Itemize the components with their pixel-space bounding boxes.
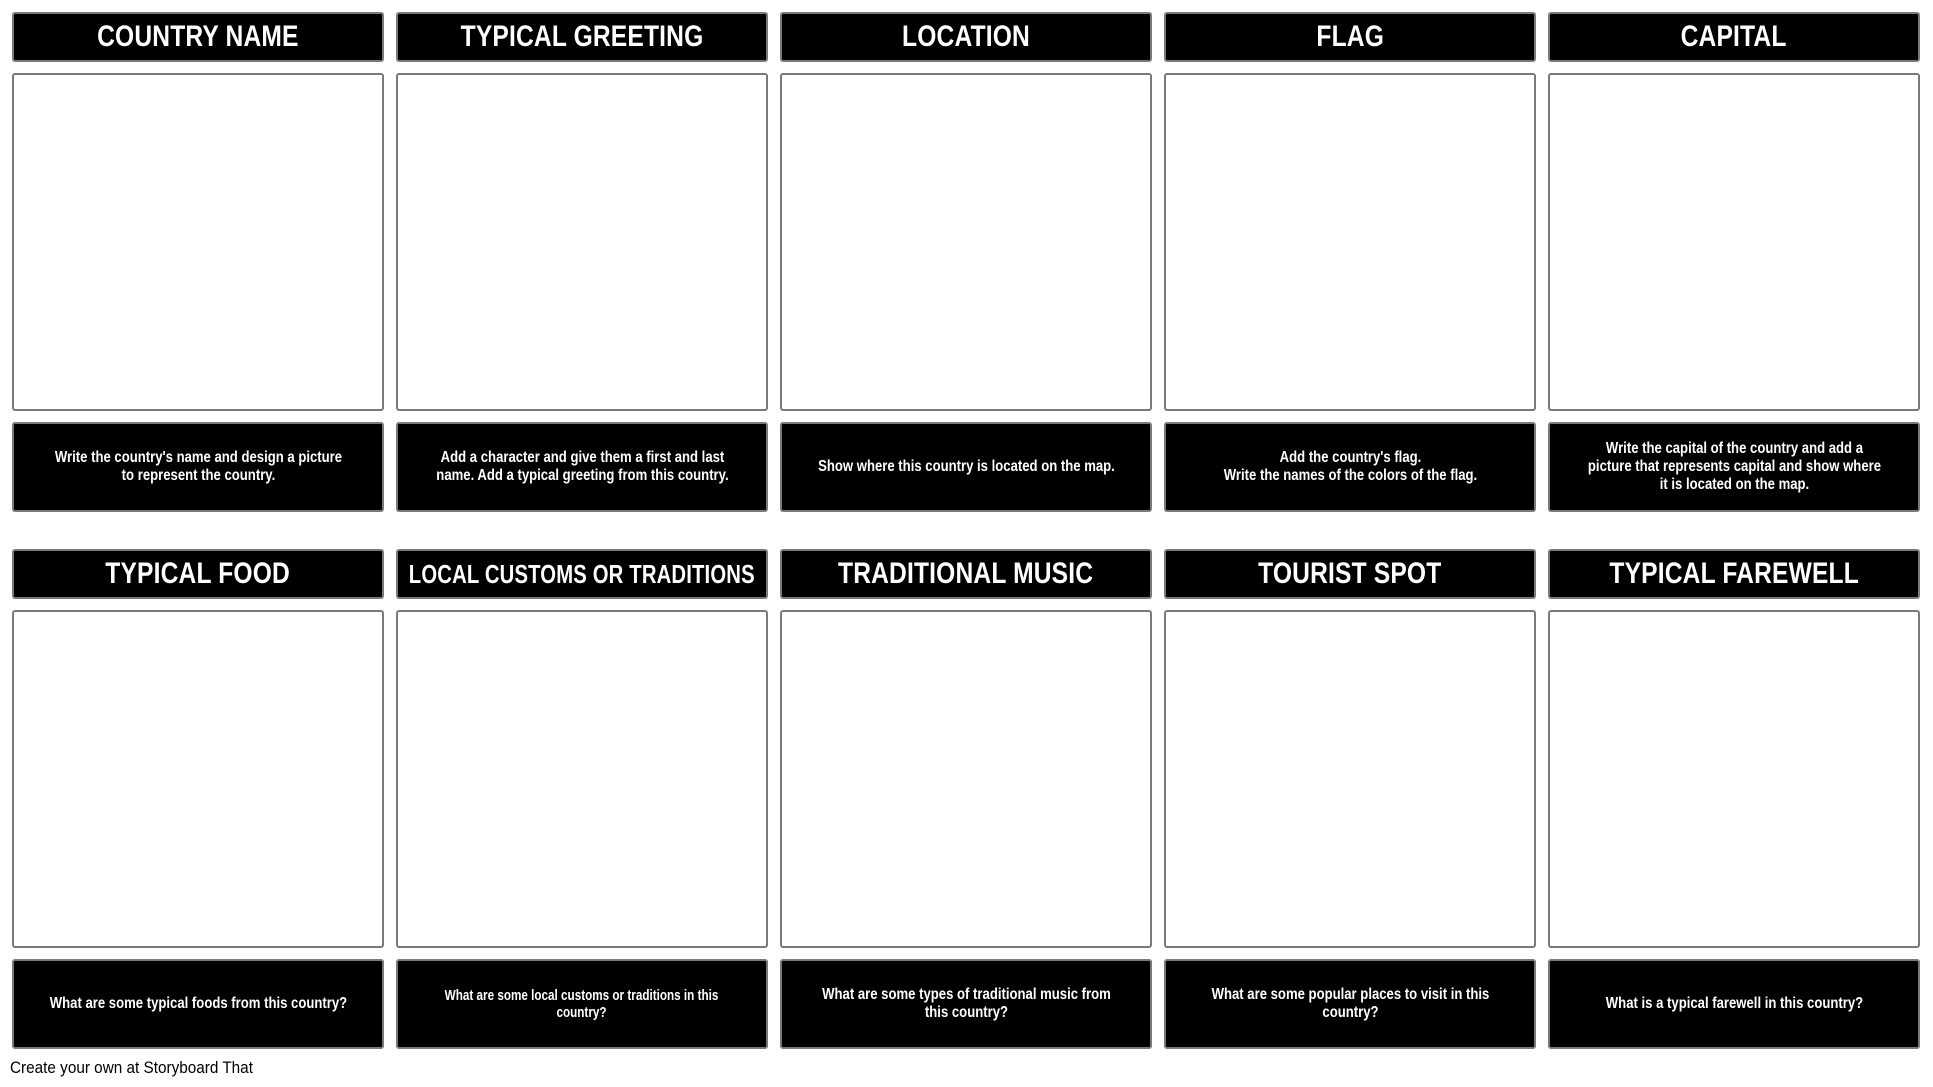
cell-title-text: FLAG	[1316, 20, 1384, 53]
cell-caption-text: Write the country's name and design a pi…	[54, 449, 342, 484]
cell-caption-typical-greeting[interactable]: Add a character and give them a first an…	[396, 422, 768, 512]
cell-title-text: TYPICAL FAREWELL	[1609, 557, 1859, 590]
cell-caption-text: What is a typical farewell in this count…	[1605, 995, 1863, 1012]
cell-title-flag[interactable]: FLAG	[1164, 12, 1536, 62]
cell-title-text: TYPICAL FOOD	[105, 557, 291, 590]
cell-title-typical-greeting[interactable]: TYPICAL GREETING	[396, 12, 768, 62]
cell-caption-text: Add a character and give them a first an…	[435, 449, 729, 484]
cell-title-traditional-music[interactable]: TRADITIONAL MUSIC	[780, 549, 1152, 599]
cell-panel-country-name[interactable]	[12, 73, 384, 411]
cell-title-typical-farewell[interactable]: TYPICAL FAREWELL	[1548, 549, 1920, 599]
cell-caption-local-customs[interactable]: What are some local customs or tradition…	[396, 959, 768, 1049]
cell-panel-typical-food[interactable]	[12, 610, 384, 948]
cell-caption-typical-farewell[interactable]: What is a typical farewell in this count…	[1548, 959, 1920, 1049]
cell-caption-tourist-spot[interactable]: What are some popular places to visit in…	[1164, 959, 1536, 1049]
cell-panel-capital[interactable]	[1548, 73, 1920, 411]
cell-title-country-name[interactable]: COUNTRY NAME	[12, 12, 384, 62]
cell-title-text: TYPICAL GREETING	[460, 20, 704, 53]
cell-caption-country-name[interactable]: Write the country's name and design a pi…	[12, 422, 384, 512]
cell-panel-location[interactable]	[780, 73, 1152, 411]
cell-caption-text: What are some local customs or tradition…	[445, 987, 719, 1021]
cell-title-location[interactable]: LOCATION	[780, 12, 1152, 62]
cell-caption-text: Add the country's flag. Write the names …	[1223, 449, 1477, 484]
cell-caption-flag[interactable]: Add the country's flag. Write the names …	[1164, 422, 1536, 512]
cell-caption-text: What are some types of traditional music…	[821, 986, 1111, 1021]
cell-panel-flag[interactable]	[1164, 73, 1536, 411]
cell-title-local-customs[interactable]: LOCAL CUSTOMS OR TRADITIONS	[396, 549, 768, 599]
cell-title-text: CAPITAL	[1681, 20, 1787, 53]
cell-caption-capital[interactable]: Write the capital of the country and add…	[1548, 422, 1920, 512]
cell-title-capital[interactable]: CAPITAL	[1548, 12, 1920, 62]
cell-panel-typical-farewell[interactable]	[1548, 610, 1920, 948]
cell-title-text: COUNTRY NAME	[97, 20, 299, 53]
cell-panel-typical-greeting[interactable]	[396, 73, 768, 411]
cell-caption-typical-food[interactable]: What are some typical foods from this co…	[12, 959, 384, 1049]
cell-title-tourist-spot[interactable]: TOURIST SPOT	[1164, 549, 1536, 599]
cell-caption-text: What are some typical foods from this co…	[49, 995, 347, 1012]
cell-title-text: TOURIST SPOT	[1258, 557, 1442, 590]
cell-caption-location[interactable]: Show where this country is located on th…	[780, 422, 1152, 512]
cell-panel-traditional-music[interactable]	[780, 610, 1152, 948]
cell-title-text: LOCAL CUSTOMS OR TRADITIONS	[409, 558, 755, 589]
cell-caption-text: Write the capital of the country and add…	[1587, 440, 1881, 493]
cell-caption-traditional-music[interactable]: What are some types of traditional music…	[780, 959, 1152, 1049]
cell-panel-local-customs[interactable]	[396, 610, 768, 948]
cell-panel-tourist-spot[interactable]	[1164, 610, 1536, 948]
cell-title-typical-food[interactable]: TYPICAL FOOD	[12, 549, 384, 599]
cell-title-text: TRADITIONAL MUSIC	[838, 557, 1094, 590]
cell-title-text: LOCATION	[902, 20, 1030, 53]
cell-caption-text: Show where this country is located on th…	[817, 458, 1115, 475]
footer-credit[interactable]: Create your own at Storyboard That	[10, 1058, 253, 1078]
cell-caption-text: What are some popular places to visit in…	[1211, 986, 1489, 1021]
